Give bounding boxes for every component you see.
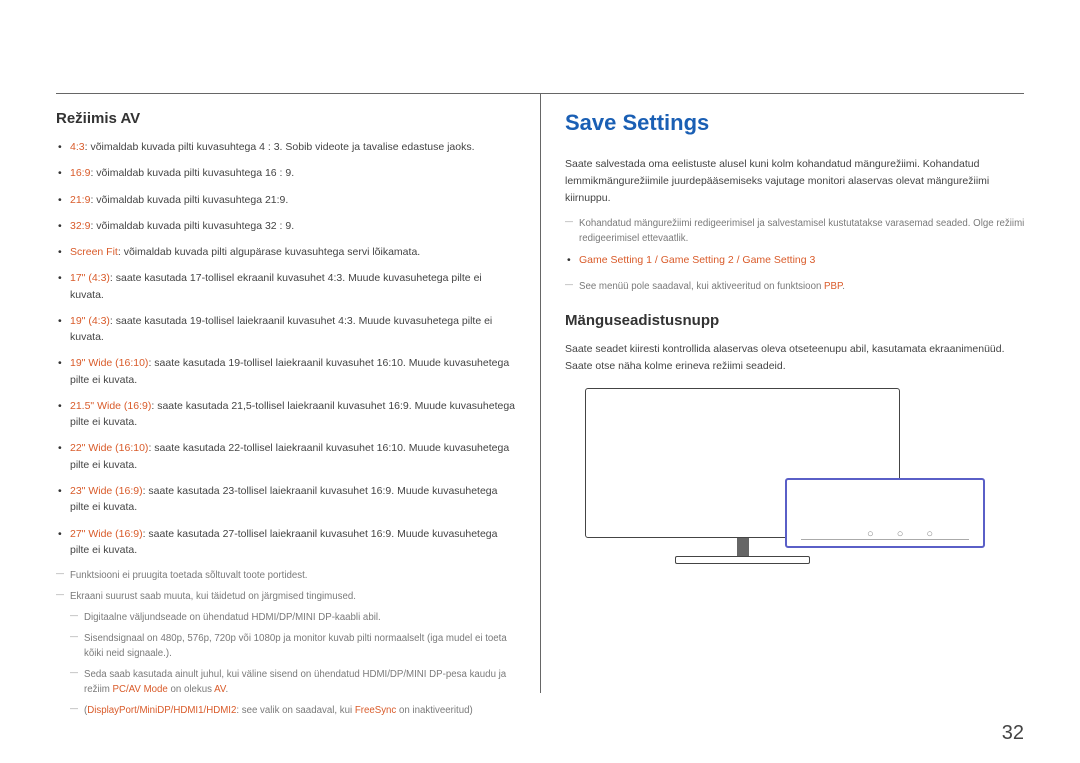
paragraph: Saate seadet kiiresti kontrollida alaser… xyxy=(565,341,1025,375)
heading-save-settings: Save Settings xyxy=(565,110,1025,136)
footnote: Sisendsignaal on 480p, 576p, 720p või 10… xyxy=(70,631,516,661)
left-column: Režiimis AV 4:3: võimaldab kuvada pilti … xyxy=(56,110,516,724)
list-item-label: 16:9 xyxy=(70,167,90,179)
footnote: Digitaalne väljundseade on ühendatud HDM… xyxy=(70,610,516,625)
list-item-label: Game Setting 1 / Game Setting 2 / Game S… xyxy=(579,254,815,266)
list-item-label: 32:9 xyxy=(70,220,90,232)
list-item: Game Setting 1 / Game Setting 2 / Game S… xyxy=(565,252,1025,268)
footnote-text: . xyxy=(225,684,228,695)
list-item-label: 19" (4:3) xyxy=(70,315,110,327)
list-item-text: : võimaldab kuvada pilti kuvasuhtega 32 … xyxy=(90,220,294,232)
list-item-label: 19" Wide (16:10) xyxy=(70,357,148,369)
list-item-text: : võimaldab kuvada pilti kuvasuhtega 4 :… xyxy=(85,141,475,153)
list-item: 21:9: võimaldab kuvada pilti kuvasuhtega… xyxy=(56,192,516,208)
footnote: Funktsiooni ei pruugita toetada sõltuval… xyxy=(56,568,516,583)
footnote: (DisplayPort/MiniDP/HDMI1/HDMI2: see val… xyxy=(70,703,516,718)
game-setting-list: Game Setting 1 / Game Setting 2 / Game S… xyxy=(565,252,1025,268)
list-item-label: 21:9 xyxy=(70,194,90,206)
list-item-text: : saate kasutada 17-tollisel ekraanil ku… xyxy=(70,272,482,300)
footnote-text: . xyxy=(842,281,845,292)
footnote-sublist: Digitaalne väljundseade on ühendatud HDM… xyxy=(56,610,516,718)
list-item-label: 17" (4:3) xyxy=(70,272,110,284)
footnote: Kohandatud mängurežiimi redigeerimisel j… xyxy=(565,216,1025,246)
footnotes: Kohandatud mängurežiimi redigeerimisel j… xyxy=(565,216,1025,246)
list-item-label: 4:3 xyxy=(70,141,85,153)
footnote-highlight: FreeSync xyxy=(355,705,396,716)
list-item-text: : saate kasutada 19-tollisel laiekraanil… xyxy=(70,315,492,343)
list-item-label: 23" Wide (16:9) xyxy=(70,485,143,497)
footnote-text: See menüü pole saadaval, kui aktiveeritu… xyxy=(579,281,824,292)
footnote-highlight: PC/AV Mode xyxy=(113,684,168,695)
monitor-illustration: ○ ○ ○ xyxy=(565,388,985,573)
list-item: 19" (4:3): saate kasutada 19-tollisel la… xyxy=(56,313,516,346)
right-column: Save Settings Saate salvestada oma eelis… xyxy=(565,110,1025,573)
monitor-stand-base-icon xyxy=(675,556,810,564)
footnote: See menüü pole saadaval, kui aktiveeritu… xyxy=(565,279,1025,294)
list-item-text: : võimaldab kuvada pilti kuvasuhtega 16 … xyxy=(90,167,294,179)
monitor-stand-neck-icon xyxy=(737,538,749,558)
list-item-label: Screen Fit xyxy=(70,246,118,258)
list-item: 32:9: võimaldab kuvada pilti kuvasuhtega… xyxy=(56,218,516,234)
aspect-ratio-list: 4:3: võimaldab kuvada pilti kuvasuhtega … xyxy=(56,139,516,558)
footnote-highlight: DisplayPort/MiniDP/HDMI1/HDMI2 xyxy=(87,705,236,716)
list-item: 22" Wide (16:10): saate kasutada 22-toll… xyxy=(56,440,516,473)
rule-vertical xyxy=(540,93,541,693)
page-number: 32 xyxy=(1002,722,1024,745)
footnotes: Funktsiooni ei pruugita toetada sõltuval… xyxy=(56,568,516,718)
list-item: 23" Wide (16:9): saate kasutada 23-tolli… xyxy=(56,483,516,516)
list-item-text: : võimaldab kuvada pilti algupärase kuva… xyxy=(118,246,420,258)
list-item: 17" (4:3): saate kasutada 17-tollisel ek… xyxy=(56,270,516,303)
shortcut-panel-bar-icon xyxy=(801,539,969,540)
list-item: Screen Fit: võimaldab kuvada pilti algup… xyxy=(56,244,516,260)
list-item-label: 22" Wide (16:10) xyxy=(70,442,148,454)
footnote-highlight: PBP xyxy=(824,281,842,292)
list-item-text: : võimaldab kuvada pilti kuvasuhtega 21:… xyxy=(90,194,288,206)
list-item: 16:9: võimaldab kuvada pilti kuvasuhtega… xyxy=(56,165,516,181)
list-item: 27" Wide (16:9): saate kasutada 27-tolli… xyxy=(56,526,516,559)
shortcut-panel-icon: ○ ○ ○ xyxy=(785,478,985,548)
footnote: Seda saab kasutada ainult juhul, kui väl… xyxy=(70,667,516,697)
footnote-text: on olekus xyxy=(168,684,214,695)
footnotes: See menüü pole saadaval, kui aktiveeritu… xyxy=(565,279,1025,294)
heading-shortcut-button: Mänguseadistusnupp xyxy=(565,312,1025,329)
heading-mode-av: Režiimis AV xyxy=(56,110,516,127)
list-item-label: 21.5" Wide (16:9) xyxy=(70,400,151,412)
footnote-highlight: AV xyxy=(214,684,225,695)
list-item-label: 27" Wide (16:9) xyxy=(70,528,143,540)
footnote-text: on inaktiveeritud) xyxy=(396,705,472,716)
paragraph: Saate salvestada oma eelistuste alusel k… xyxy=(565,156,1025,206)
footnote-text: : see valik on saadaval, kui xyxy=(236,705,354,716)
list-item: 19" Wide (16:10): saate kasutada 19-toll… xyxy=(56,355,516,388)
footnote: Ekraani suurust saab muuta, kui täidetud… xyxy=(56,589,516,604)
list-item: 4:3: võimaldab kuvada pilti kuvasuhtega … xyxy=(56,139,516,155)
list-item: 21.5" Wide (16:9): saate kasutada 21,5-t… xyxy=(56,398,516,431)
page: Režiimis AV 4:3: võimaldab kuvada pilti … xyxy=(0,0,1080,763)
